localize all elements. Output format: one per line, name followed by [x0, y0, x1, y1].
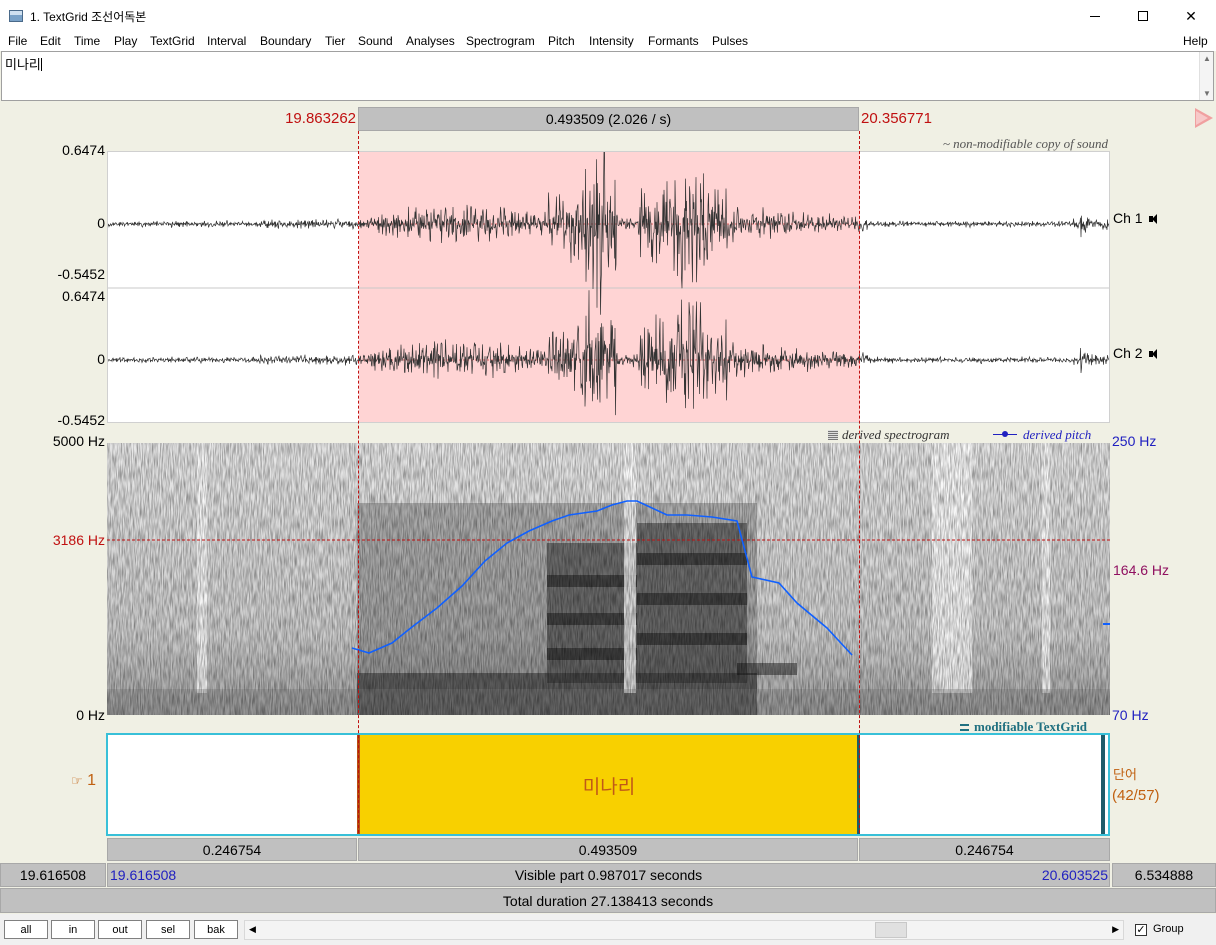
scrollbar-thumb[interactable] — [875, 922, 907, 938]
zoom-back-button[interactable]: bak — [194, 920, 238, 939]
menu-textgrid[interactable]: TextGrid — [150, 34, 195, 48]
selection-duration-bar[interactable]: 0.493509 (2.026 / s) — [358, 107, 859, 131]
ch2-label[interactable]: Ch 2 — [1113, 345, 1157, 361]
app-icon — [9, 10, 23, 22]
play-icon-inner — [1196, 111, 1208, 125]
zoom-in-button[interactable]: in — [51, 920, 95, 939]
pitch-swatch-icon — [993, 431, 1017, 437]
menu-time[interactable]: Time — [74, 34, 100, 48]
ch2-min-label: -0.5452 — [57, 412, 105, 428]
pointing-hand-icon: ☞ — [71, 773, 83, 788]
freq-max-label: 5000 Hz — [52, 433, 105, 449]
interval-count: (42/57) — [1112, 787, 1160, 804]
menu-file[interactable]: File — [8, 34, 27, 48]
minimize-button[interactable] — [1072, 0, 1118, 32]
speaker-icon[interactable] — [1148, 214, 1157, 224]
maximize-button[interactable] — [1120, 0, 1166, 32]
zoom-out-button[interactable]: out — [98, 920, 142, 939]
tier-number[interactable]: ☞ 1 — [71, 772, 96, 790]
selection-start-time: 19.863262 — [285, 110, 356, 127]
text-scrollbar[interactable]: ▲ ▼ — [1199, 52, 1213, 100]
visible-start-time: 19.616508 — [110, 867, 177, 883]
ch1-label[interactable]: Ch 1 — [1113, 210, 1157, 226]
menu-formants[interactable]: Formants — [648, 34, 699, 48]
visible-part-row: 19.616508 Visible part 0.987017 seconds … — [0, 863, 1216, 887]
tier-name: 단어 — [1113, 768, 1137, 783]
window-title: 1. TextGrid 조선어독본 — [30, 9, 147, 24]
selection-duration-label: 0.493509 (2.026 / s) — [545, 111, 672, 127]
menu-spectrogram[interactable]: Spectrogram — [466, 34, 535, 48]
pitch-caption: derived pitch — [993, 427, 1091, 443]
speaker-icon[interactable] — [1148, 349, 1157, 359]
freq-cursor-label: 3186 Hz — [52, 532, 105, 548]
group-checkbox[interactable]: ✓ — [1135, 924, 1147, 936]
zoom-all-button[interactable]: all — [4, 920, 48, 939]
menu-analyses[interactable]: Analyses — [406, 34, 455, 48]
selection-end-cursor — [859, 131, 860, 833]
interval-text-input[interactable]: 미나리 ▲ ▼ — [1, 51, 1214, 101]
pitch-mid-label: 164.6 Hz — [1113, 562, 1170, 578]
menu-edit[interactable]: Edit — [40, 34, 61, 48]
title-bar: 1. TextGrid 조선어독본 ✕ — [0, 0, 1216, 32]
spectrogram-svg — [107, 443, 1110, 715]
menu-intensity[interactable]: Intensity — [589, 34, 634, 48]
pitch-min-label: 70 Hz — [1112, 707, 1149, 723]
interval-label: 미나리 — [582, 776, 636, 798]
interval-text-value: 미나리 — [5, 58, 42, 73]
scroll-up-icon[interactable]: ▲ — [1203, 54, 1211, 63]
group-label: Group — [1153, 923, 1184, 935]
total-duration-bar[interactable]: Total duration 27.138413 seconds — [0, 888, 1216, 913]
horizontal-scrollbar[interactable]: ◀ ▶ — [244, 920, 1124, 940]
spectrogram-grain — [107, 443, 1110, 715]
menu-help[interactable]: Help — [1183, 34, 1208, 48]
pitch-max-label: 250 Hz — [1112, 433, 1157, 449]
spectrogram-swatch-icon — [828, 430, 838, 440]
minimize-icon — [1090, 15, 1100, 17]
ch2-max-label: 0.6474 — [62, 288, 105, 304]
menu-interval[interactable]: Interval — [207, 34, 246, 48]
sound-caption: ~ non-modifiable copy of sound — [942, 136, 1108, 151]
menu-play[interactable]: Play — [114, 34, 137, 48]
bottom-toolbar: all in out sel bak ◀ ▶ ✓ Group — [0, 914, 1216, 945]
menu-bar: File Edit Time Play TextGrid Interval Bo… — [0, 32, 1216, 51]
waveform-panel[interactable] — [107, 151, 1110, 423]
duration-selection[interactable]: 0.493509 — [358, 838, 858, 861]
visible-left-window[interactable]: 19.616508 — [0, 863, 106, 887]
scroll-left-icon[interactable]: ◀ — [249, 924, 256, 935]
selection-end-time: 20.356771 — [861, 110, 932, 127]
freq-min-label: 0 Hz — [76, 707, 105, 723]
visible-right-window[interactable]: 6.534888 — [1112, 863, 1216, 887]
checkmark-icon: ✓ — [1136, 924, 1146, 936]
close-button[interactable]: ✕ — [1168, 0, 1214, 32]
duration-right[interactable]: 0.246754 — [859, 838, 1110, 861]
boundary-next[interactable] — [1101, 735, 1105, 834]
menu-tier[interactable]: Tier — [325, 34, 345, 48]
ch1-zero-label: 0 — [97, 215, 105, 231]
zoom-selection-button[interactable]: sel — [146, 920, 190, 939]
maximize-icon — [1138, 11, 1148, 21]
ch1-min-label: -0.5452 — [57, 266, 105, 282]
visible-part-bar[interactable]: Visible part 0.987017 seconds — [107, 863, 1110, 887]
textgrid-swatch-icon — [960, 724, 969, 731]
menu-boundary[interactable]: Boundary — [260, 34, 311, 48]
menu-pulses[interactable]: Pulses — [712, 34, 748, 48]
menu-sound[interactable]: Sound — [358, 34, 393, 48]
scroll-down-icon[interactable]: ▼ — [1203, 89, 1211, 98]
close-icon: ✕ — [1185, 7, 1197, 24]
ch2-zero-label: 0 — [97, 351, 105, 367]
spectrogram-panel[interactable] — [107, 443, 1110, 715]
waveform-svg — [108, 152, 1109, 422]
scroll-right-icon[interactable]: ▶ — [1112, 924, 1119, 935]
duration-left[interactable]: 0.246754 — [107, 838, 357, 861]
editor-area: 19.863262 0.493509 (2.026 / s) 20.356771… — [0, 101, 1216, 945]
menu-pitch[interactable]: Pitch — [548, 34, 575, 48]
selection-start-cursor — [358, 131, 359, 833]
visible-end-time: 20.603525 — [1041, 867, 1108, 883]
ch1-max-label: 0.6474 — [62, 142, 105, 158]
spectrogram-caption: derived spectrogram — [828, 427, 949, 443]
